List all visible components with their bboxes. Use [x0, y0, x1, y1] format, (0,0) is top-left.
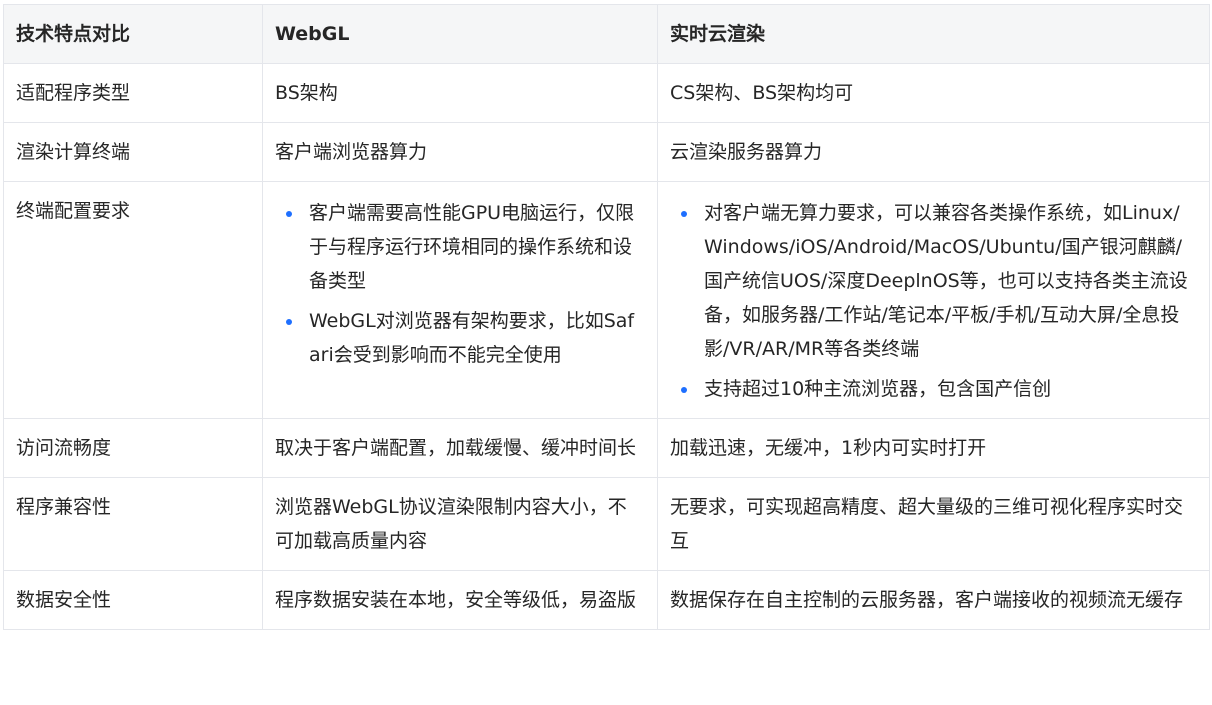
row-label: 程序兼容性 — [3, 477, 263, 571]
list-item-text: 客户端需要高性能GPU电脑运行，仅限于与程序运行环境相同的操作系统和设备类型 — [309, 202, 635, 292]
table-row: 数据安全性 程序数据安装在本地，安全等级低，易盗版 数据保存在自主控制的云服务器… — [3, 570, 1210, 630]
bullet-icon — [286, 319, 292, 325]
list-item-text: 支持超过10种主流浏览器，包含国产信创 — [704, 378, 1052, 400]
cloud-cell: 无要求，可实现超高精度、超大量级的三维可视化程序实时交互 — [657, 477, 1210, 571]
row-label: 终端配置要求 — [3, 181, 263, 419]
cloud-cell: CS架构、BS架构均可 — [657, 63, 1210, 123]
table-row: 适配程序类型 BS架构 CS架构、BS架构均可 — [3, 63, 1210, 123]
webgl-cell: 取决于客户端配置，加载缓慢、缓冲时间长 — [262, 418, 658, 478]
webgl-cell: 程序数据安装在本地，安全等级低，易盗版 — [262, 570, 658, 630]
comparison-table-container: 技术特点对比 WebGL 实时云渲染 适配程序类型 BS架构 CS架构、BS架构… — [3, 4, 1210, 630]
webgl-cell: 客户端浏览器算力 — [262, 122, 658, 182]
list-item: WebGL对浏览器有架构要求，比如Safari会受到影响而不能完全使用 — [275, 304, 645, 372]
bullet-icon — [286, 211, 292, 217]
webgl-cell: 浏览器WebGL协议渲染限制内容大小，不可加载高质量内容 — [262, 477, 658, 571]
row-label: 适配程序类型 — [3, 63, 263, 123]
list-item-text: 对客户端无算力要求，可以兼容各类操作系统，如Linux/Windows/iOS/… — [704, 202, 1188, 360]
row-label: 渲染计算终端 — [3, 122, 263, 182]
webgl-cell: BS架构 — [262, 63, 658, 123]
list-item: 支持超过10种主流浏览器，包含国产信创 — [670, 372, 1197, 406]
row-label: 数据安全性 — [3, 570, 263, 630]
header-feature: 技术特点对比 — [3, 4, 263, 64]
cloud-cell: 数据保存在自主控制的云服务器，客户端接收的视频流无缓存 — [657, 570, 1210, 630]
cloud-cell: 对客户端无算力要求，可以兼容各类操作系统，如Linux/Windows/iOS/… — [657, 181, 1210, 419]
bullet-icon — [681, 211, 687, 217]
webgl-cell: 客户端需要高性能GPU电脑运行，仅限于与程序运行环境相同的操作系统和设备类型 W… — [262, 181, 658, 419]
cloud-cell: 加载迅速，无缓冲，1秒内可实时打开 — [657, 418, 1210, 478]
table-row: 终端配置要求 客户端需要高性能GPU电脑运行，仅限于与程序运行环境相同的操作系统… — [3, 181, 1210, 419]
list-item-text: WebGL对浏览器有架构要求，比如Safari会受到影响而不能完全使用 — [309, 310, 635, 366]
table-header-row: 技术特点对比 WebGL 实时云渲染 — [3, 4, 1210, 64]
table-row: 访问流畅度 取决于客户端配置，加载缓慢、缓冲时间长 加载迅速，无缓冲，1秒内可实… — [3, 418, 1210, 478]
bullet-icon — [681, 387, 687, 393]
list-item: 客户端需要高性能GPU电脑运行，仅限于与程序运行环境相同的操作系统和设备类型 — [275, 196, 645, 298]
table-row: 程序兼容性 浏览器WebGL协议渲染限制内容大小，不可加载高质量内容 无要求，可… — [3, 477, 1210, 571]
bullet-list: 客户端需要高性能GPU电脑运行，仅限于与程序运行环境相同的操作系统和设备类型 W… — [275, 196, 645, 372]
list-item: 对客户端无算力要求，可以兼容各类操作系统，如Linux/Windows/iOS/… — [670, 196, 1197, 366]
header-cloud-rendering: 实时云渲染 — [657, 4, 1210, 64]
table-row: 渲染计算终端 客户端浏览器算力 云渲染服务器算力 — [3, 122, 1210, 182]
row-label: 访问流畅度 — [3, 418, 263, 478]
comparison-table: 技术特点对比 WebGL 实时云渲染 适配程序类型 BS架构 CS架构、BS架构… — [3, 4, 1210, 630]
bullet-list: 对客户端无算力要求，可以兼容各类操作系统，如Linux/Windows/iOS/… — [670, 196, 1197, 406]
header-webgl: WebGL — [262, 4, 658, 64]
cloud-cell: 云渲染服务器算力 — [657, 122, 1210, 182]
